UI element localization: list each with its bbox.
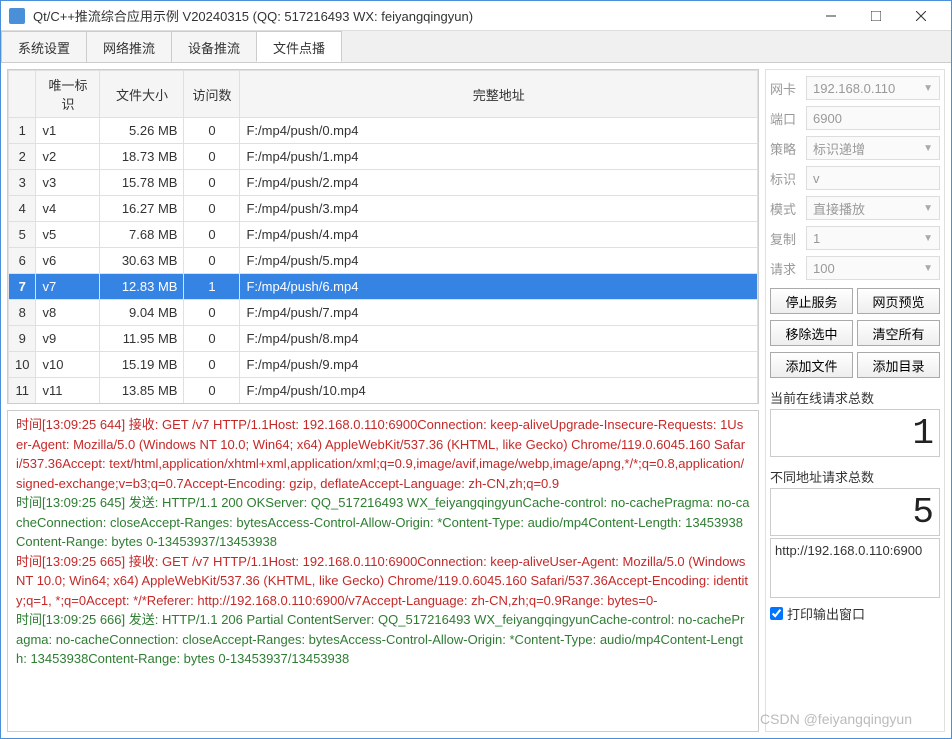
mode-select[interactable]: 直接播放▼ xyxy=(806,196,940,220)
strategy-select[interactable]: 标识递增▼ xyxy=(806,136,940,160)
tab-1[interactable]: 网络推流 xyxy=(86,31,172,62)
table-header[interactable]: 唯一标识 xyxy=(36,71,100,118)
log-line: 时间[13:09:25 644] 接收: GET /v7 HTTP/1.1Hos… xyxy=(16,415,750,493)
unique-count-label: 不同地址请求总数 xyxy=(770,467,940,486)
remove-selected-button[interactable]: 移除选中 xyxy=(770,320,853,346)
print-output-label: 打印输出窗口 xyxy=(787,604,865,623)
log-line: 时间[13:09:25 665] 接收: GET /v7 HTTP/1.1Hos… xyxy=(16,552,750,611)
tab-3[interactable]: 文件点播 xyxy=(256,31,342,62)
log-line: 时间[13:09:25 666] 发送: HTTP/1.1 206 Partia… xyxy=(16,610,750,669)
file-table[interactable]: 唯一标识文件大小访问数完整地址 1 v1 5.26 MB 0 F:/mp4/pu… xyxy=(7,69,759,404)
unique-count-display: 5 xyxy=(770,488,940,536)
tab-2[interactable]: 设备推流 xyxy=(171,31,257,62)
add-dir-button[interactable]: 添加目录 xyxy=(857,352,940,378)
table-header[interactable]: 访问数 xyxy=(184,71,240,118)
id-input[interactable]: v xyxy=(806,166,940,190)
table-row[interactable]: 3 v3 15.78 MB 0 F:/mp4/push/2.mp4 xyxy=(9,170,758,196)
table-row[interactable]: 1 v1 5.26 MB 0 F:/mp4/push/0.mp4 xyxy=(9,118,758,144)
id-label: 标识 xyxy=(770,169,802,188)
chevron-down-icon: ▼ xyxy=(923,263,933,274)
table-row[interactable]: 12 v12 13.26 MB 0 F:/mp4/push/11.mp4 xyxy=(9,404,758,405)
port-input[interactable]: 6900 xyxy=(806,106,940,130)
table-row[interactable]: 4 v4 16.27 MB 0 F:/mp4/push/3.mp4 xyxy=(9,196,758,222)
table-header[interactable]: 文件大小 xyxy=(100,71,184,118)
req-label: 请求 xyxy=(770,259,802,278)
log-output[interactable]: 时间[13:09:25 644] 接收: GET /v7 HTTP/1.1Hos… xyxy=(7,410,759,732)
clear-all-button[interactable]: 清空所有 xyxy=(857,320,940,346)
url-display[interactable]: http://192.168.0.110:6900 xyxy=(770,538,940,598)
table-row[interactable]: 5 v5 7.68 MB 0 F:/mp4/push/4.mp4 xyxy=(9,222,758,248)
table-row[interactable]: 6 v6 30.63 MB 0 F:/mp4/push/5.mp4 xyxy=(9,248,758,274)
side-panel: 网卡192.168.0.110▼ 端口6900 策略标识递增▼ 标识v 模式直接… xyxy=(765,69,945,732)
chevron-down-icon: ▼ xyxy=(923,143,933,154)
table-row[interactable]: 2 v2 18.73 MB 0 F:/mp4/push/1.mp4 xyxy=(9,144,758,170)
chevron-down-icon: ▼ xyxy=(923,233,933,244)
table-row[interactable]: 10 v10 15.19 MB 0 F:/mp4/push/9.mp4 xyxy=(9,352,758,378)
chevron-down-icon: ▼ xyxy=(923,83,933,94)
online-count-display: 1 xyxy=(770,409,940,457)
titlebar: Qt/C++推流综合应用示例 V20240315 (QQ: 517216493 … xyxy=(1,1,951,31)
table-row[interactable]: 9 v9 11.95 MB 0 F:/mp4/push/8.mp4 xyxy=(9,326,758,352)
window-title: Qt/C++推流综合应用示例 V20240315 (QQ: 517216493 … xyxy=(33,6,808,25)
strategy-label: 策略 xyxy=(770,139,802,158)
print-output-checkbox[interactable] xyxy=(770,607,783,620)
table-header[interactable]: 完整地址 xyxy=(240,71,758,118)
close-button[interactable] xyxy=(898,2,943,30)
table-row[interactable]: 8 v8 9.04 MB 0 F:/mp4/push/7.mp4 xyxy=(9,300,758,326)
stop-service-button[interactable]: 停止服务 xyxy=(770,288,853,314)
minimize-button[interactable] xyxy=(808,2,853,30)
tab-bar: 系统设置网络推流设备推流文件点播 xyxy=(1,31,951,63)
log-line: 时间[13:09:25 645] 发送: HTTP/1.1 200 OKServ… xyxy=(16,493,750,552)
copy-select[interactable]: 1▼ xyxy=(806,226,940,250)
chevron-down-icon: ▼ xyxy=(923,203,933,214)
add-file-button[interactable]: 添加文件 xyxy=(770,352,853,378)
table-row[interactable]: 7 v7 12.83 MB 1 F:/mp4/push/6.mp4 xyxy=(9,274,758,300)
mode-label: 模式 xyxy=(770,199,802,218)
copy-label: 复制 xyxy=(770,229,802,248)
online-count-label: 当前在线请求总数 xyxy=(770,388,940,407)
app-icon xyxy=(9,8,25,24)
nic-label: 网卡 xyxy=(770,79,802,98)
table-row[interactable]: 11 v11 13.85 MB 0 F:/mp4/push/10.mp4 xyxy=(9,378,758,404)
maximize-button[interactable] xyxy=(853,2,898,30)
port-label: 端口 xyxy=(770,109,802,128)
req-select[interactable]: 100▼ xyxy=(806,256,940,280)
tab-0[interactable]: 系统设置 xyxy=(1,31,87,62)
nic-select[interactable]: 192.168.0.110▼ xyxy=(806,76,940,100)
web-preview-button[interactable]: 网页预览 xyxy=(857,288,940,314)
